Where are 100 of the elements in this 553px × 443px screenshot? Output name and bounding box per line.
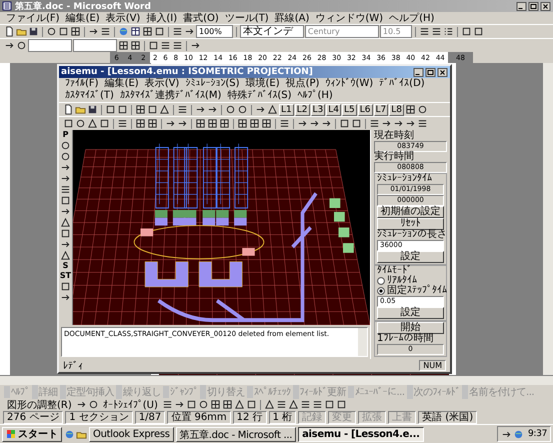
grid-icon[interactable] [210,399,221,410]
arrow-icon[interactable] [309,118,320,129]
radio-button[interactable] [377,277,385,285]
maximize-icon[interactable] [528,2,539,10]
circle-icon[interactable] [88,399,99,410]
arrow-icon[interactable] [255,104,266,115]
lines-icon[interactable] [117,118,128,129]
square-icon[interactable] [246,399,257,410]
square-icon[interactable] [351,118,362,129]
layer-button[interactable]: L7 [374,104,388,116]
menu-item[interactable]: ファイル(F) [6,11,60,25]
grid-icon[interactable] [135,104,146,115]
radio-button[interactable] [377,287,385,295]
lines-icon[interactable] [172,40,183,51]
triangle-icon[interactable] [267,104,278,115]
menu-item[interactable]: 環境(E) [246,78,280,90]
triangle-icon[interactable] [87,118,98,129]
lines-icon[interactable] [276,399,287,410]
grid-icon[interactable] [222,399,233,410]
arrow-icon[interactable] [60,206,71,217]
init-button[interactable]: 初期値の設定 [377,206,444,218]
page-icon[interactable] [63,104,74,115]
arrow-icon[interactable] [393,118,404,129]
zoom-dropdown[interactable]: 100% [196,25,233,38]
arrow-icon[interactable] [184,26,195,37]
lines-icon[interactable] [369,118,380,129]
arrow-icon[interactable] [207,104,218,115]
grid-icon[interactable] [70,26,81,37]
menu-item[interactable]: 特殊ﾃﾞﾊﾞｲｽ(S) [227,90,292,102]
taskbar-button[interactable]: 第五章.doc - Microsoft ... [176,426,296,442]
grid-icon[interactable] [249,118,260,129]
square-icon[interactable] [60,195,71,206]
grid-icon[interactable] [219,118,230,129]
lines-icon[interactable] [177,104,188,115]
layer-button[interactable]: L8 [389,104,404,116]
arrow-icon[interactable] [195,104,206,115]
arrow-icon[interactable] [165,118,176,129]
scrollbar[interactable] [0,375,553,385]
arrow-icon[interactable] [177,118,188,129]
layer-button[interactable]: L2 [294,104,310,116]
arrow-icon[interactable] [4,40,15,51]
table-icon[interactable] [130,26,141,37]
save-icon[interactable] [87,104,98,115]
menu-item[interactable]: ﾌｧｲﾙ(F) [65,78,99,90]
menu-item[interactable]: ｶｽﾀﾏｲｽﾞ(T) [65,90,114,102]
arrow-icon[interactable] [60,292,71,303]
menu-item[interactable]: 書式(O) [183,11,219,25]
square-icon[interactable] [58,26,69,37]
style-dropdown[interactable]: 本文インデ [240,25,304,38]
arrow-icon[interactable] [76,399,87,410]
lines-icon[interactable] [172,26,183,37]
arrow-icon[interactable] [297,118,308,129]
menu-item[interactable]: ウィンドウ(W) [315,11,384,25]
arrow-icon[interactable] [174,399,185,410]
maximize-icon[interactable] [425,68,436,76]
tool-button[interactable]: P [62,130,68,140]
autoshape-menu-button[interactable]: ｵｰﾄｼｪｲﾌﾟ(U) [100,398,161,410]
layer-button[interactable]: L6 [358,104,372,116]
page-icon[interactable] [4,26,15,37]
circle-icon[interactable] [75,118,86,129]
arrow-icon[interactable] [190,40,201,51]
circle-icon[interactable] [60,151,71,162]
grid-icon[interactable] [195,118,206,129]
grid-icon[interactable] [130,40,141,51]
circle-icon[interactable] [417,104,428,115]
scrollbar[interactable] [358,328,367,356]
square-icon[interactable] [324,399,335,410]
square-icon[interactable] [154,26,165,37]
square-icon[interactable] [148,40,159,51]
lines-icon[interactable] [279,118,290,129]
menu-item[interactable]: 視点(P) [286,78,320,90]
menu-item[interactable]: ツール(T) [224,11,269,25]
square-icon[interactable] [99,118,110,129]
menu-item[interactable]: 表示(V) [106,11,140,25]
menu-item[interactable]: ヘルプ(H) [389,11,434,25]
circle-icon[interactable] [46,26,57,37]
lines-icon[interactable] [100,26,111,37]
grid-icon[interactable] [207,118,218,129]
arrow-icon[interactable] [60,173,71,184]
circle-icon[interactable] [60,140,71,151]
lines-icon[interactable] [430,26,442,37]
grid-icon[interactable] [405,104,416,115]
set-button[interactable]: 設定 [377,307,444,319]
reset-button[interactable]: ﾘｾｯﾄ [377,218,444,230]
dropdown[interactable] [28,39,72,52]
menu-item[interactable]: ｳｨﾝﾄﾞｳ(W) [325,78,374,90]
globe-icon[interactable] [64,428,75,440]
grid-icon[interactable] [147,118,158,129]
arrow-icon[interactable] [60,162,71,173]
arrow-icon[interactable] [321,118,332,129]
layer-button[interactable]: L1 [279,104,294,116]
start-button[interactable]: スタート [2,426,62,442]
minimize-icon[interactable] [516,2,527,10]
taskbar-button[interactable]: aisemu - [Lesson4.e... [298,426,424,442]
dropdown[interactable] [73,39,117,52]
triangle-icon[interactable] [60,250,71,261]
square-icon[interactable] [105,104,116,115]
folder-icon[interactable] [16,26,27,37]
start-button[interactable]: 開始 [377,322,444,334]
circle-icon[interactable] [198,399,209,410]
